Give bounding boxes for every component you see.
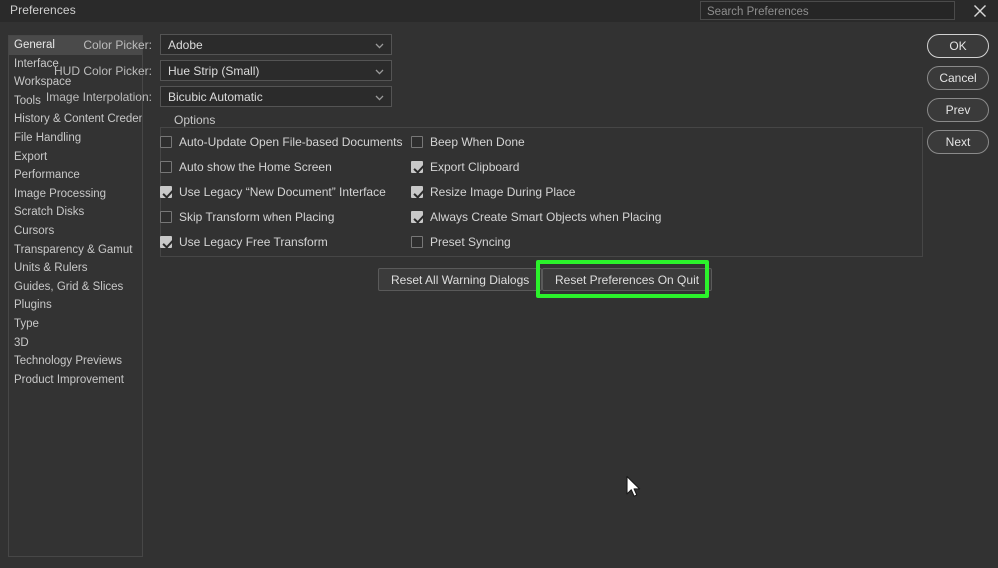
category-sidebar[interactable]: GeneralInterfaceWorkspaceToolsHistory & …	[8, 35, 143, 557]
sidebar-item-product-improvement[interactable]: Product Improvement	[9, 371, 142, 390]
sidebar-item-scratch-disks[interactable]: Scratch Disks	[9, 203, 142, 222]
checkbox-unchecked-icon[interactable]	[411, 236, 423, 248]
checkbox-preset-syncing[interactable]: Preset Syncing	[411, 235, 511, 249]
title-bar: Preferences	[0, 0, 998, 22]
select-image-interpolation[interactable]: Bicubic Automatic	[160, 86, 392, 107]
preferences-dialog: Preferences GeneralInterfaceWorkspaceToo…	[0, 0, 998, 568]
select-value: Bicubic Automatic	[161, 90, 263, 104]
sidebar-item-guides-grid-slices[interactable]: Guides, Grid & Slices	[9, 278, 142, 297]
sidebar-item-export[interactable]: Export	[9, 148, 142, 167]
sidebar-item-transparency-gamut[interactable]: Transparency & Gamut	[9, 241, 142, 260]
select-hud-color-picker[interactable]: Hue Strip (Small)	[160, 60, 392, 81]
checkbox-checked-icon[interactable]	[160, 186, 172, 198]
select-color-picker[interactable]: Adobe	[160, 34, 392, 55]
sidebar-item-label: Units & Rulers	[14, 262, 88, 274]
form-row: Image Interpolation:Bicubic Automatic	[20, 86, 392, 107]
checkbox-checked-icon[interactable]	[411, 186, 423, 198]
options-group-title: Options	[169, 113, 220, 127]
form-label: Color Picker:	[20, 38, 160, 52]
checkbox-label: Auto-Update Open File-based Documents	[179, 135, 402, 149]
checkbox-label: Beep When Done	[430, 135, 525, 149]
sidebar-item-units-rulers[interactable]: Units & Rulers	[9, 259, 142, 278]
sidebar-item-history-content-credentials[interactable]: History & Content Credentials	[9, 110, 142, 129]
ok-button[interactable]: OK	[927, 34, 989, 58]
prev-button[interactable]: Prev	[927, 98, 989, 122]
sidebar-item-technology-previews[interactable]: Technology Previews	[9, 352, 142, 371]
sidebar-item-label: Plugins	[14, 299, 52, 311]
chevron-down-icon	[375, 88, 384, 106]
checkbox-label: Preset Syncing	[430, 235, 511, 249]
arrow-pointer-icon	[625, 475, 642, 504]
sidebar-item-label: Guides, Grid & Slices	[14, 281, 123, 293]
cancel-button[interactable]: Cancel	[927, 66, 989, 90]
checkbox-label: Auto show the Home Screen	[179, 160, 332, 174]
select-value: Hue Strip (Small)	[161, 64, 259, 78]
form-label: Image Interpolation:	[20, 90, 160, 104]
checkbox-export-clipboard[interactable]: Export Clipboard	[411, 160, 519, 174]
sidebar-item-label: 3D	[14, 337, 29, 349]
checkbox-unchecked-icon[interactable]	[160, 161, 172, 173]
chevron-down-icon	[375, 36, 384, 54]
checkbox-beep-when-done[interactable]: Beep When Done	[411, 135, 525, 149]
sidebar-item-plugins[interactable]: Plugins	[9, 296, 142, 315]
chevron-down-icon	[375, 62, 384, 80]
close-icon[interactable]	[965, 0, 995, 22]
reset-all-warning-dialogs-button[interactable]: Reset All Warning Dialogs	[378, 268, 542, 291]
checkbox-auto-show-the-home-screen[interactable]: Auto show the Home Screen	[160, 160, 332, 174]
next-button[interactable]: Next	[927, 130, 989, 154]
checkbox-unchecked-icon[interactable]	[411, 136, 423, 148]
form-row: Color Picker:Adobe	[20, 34, 392, 55]
checkbox-skip-transform-when-placing[interactable]: Skip Transform when Placing	[160, 210, 334, 224]
sidebar-item-label: History & Content Credentials	[14, 113, 143, 125]
checkbox-label: Use Legacy Free Transform	[179, 235, 328, 249]
sidebar-item-performance[interactable]: Performance	[9, 166, 142, 185]
sidebar-item-type[interactable]: Type	[9, 315, 142, 334]
checkbox-use-legacy-new-document-interface[interactable]: Use Legacy “New Document” Interface	[160, 185, 386, 199]
sidebar-item-label: Image Processing	[14, 188, 106, 200]
checkbox-label: Export Clipboard	[430, 160, 519, 174]
checkbox-label: Resize Image During Place	[430, 185, 575, 199]
search-preferences-field[interactable]	[700, 1, 955, 20]
sidebar-item-label: Product Improvement	[14, 374, 124, 386]
checkbox-auto-update-open-file-based-documents[interactable]: Auto-Update Open File-based Documents	[160, 135, 402, 149]
checkbox-label: Use Legacy “New Document” Interface	[179, 185, 386, 199]
checkbox-use-legacy-free-transform[interactable]: Use Legacy Free Transform	[160, 235, 328, 249]
form-row: HUD Color Picker:Hue Strip (Small)	[20, 60, 392, 81]
sidebar-item-label: Export	[14, 151, 47, 163]
checkbox-label: Skip Transform when Placing	[179, 210, 334, 224]
window-title: Preferences	[10, 3, 76, 17]
form-label: HUD Color Picker:	[20, 64, 160, 78]
checkbox-label: Always Create Smart Objects when Placing	[430, 210, 661, 224]
checkbox-unchecked-icon[interactable]	[160, 211, 172, 223]
sidebar-item-image-processing[interactable]: Image Processing	[9, 185, 142, 204]
sidebar-item-label: Type	[14, 318, 39, 330]
checkbox-always-create-smart-objects-when-placing[interactable]: Always Create Smart Objects when Placing	[411, 210, 661, 224]
checkbox-resize-image-during-place[interactable]: Resize Image During Place	[411, 185, 575, 199]
sidebar-item-file-handling[interactable]: File Handling	[9, 129, 142, 148]
sidebar-item-label: Scratch Disks	[14, 206, 84, 218]
search-input[interactable]	[701, 4, 954, 21]
checkbox-checked-icon[interactable]	[411, 161, 423, 173]
sidebar-item-3d[interactable]: 3D	[9, 334, 142, 353]
sidebar-item-label: Technology Previews	[14, 355, 122, 367]
reset-preferences-on-quit-button[interactable]: Reset Preferences On Quit	[542, 268, 712, 291]
checkbox-unchecked-icon[interactable]	[160, 136, 172, 148]
checkbox-checked-icon[interactable]	[411, 211, 423, 223]
sidebar-item-label: Cursors	[14, 225, 54, 237]
sidebar-item-label: File Handling	[14, 132, 81, 144]
sidebar-item-label: Performance	[14, 169, 80, 181]
sidebar-item-label: Transparency & Gamut	[14, 244, 132, 256]
checkbox-checked-icon[interactable]	[160, 236, 172, 248]
select-value: Adobe	[161, 38, 203, 52]
sidebar-item-cursors[interactable]: Cursors	[9, 222, 142, 241]
